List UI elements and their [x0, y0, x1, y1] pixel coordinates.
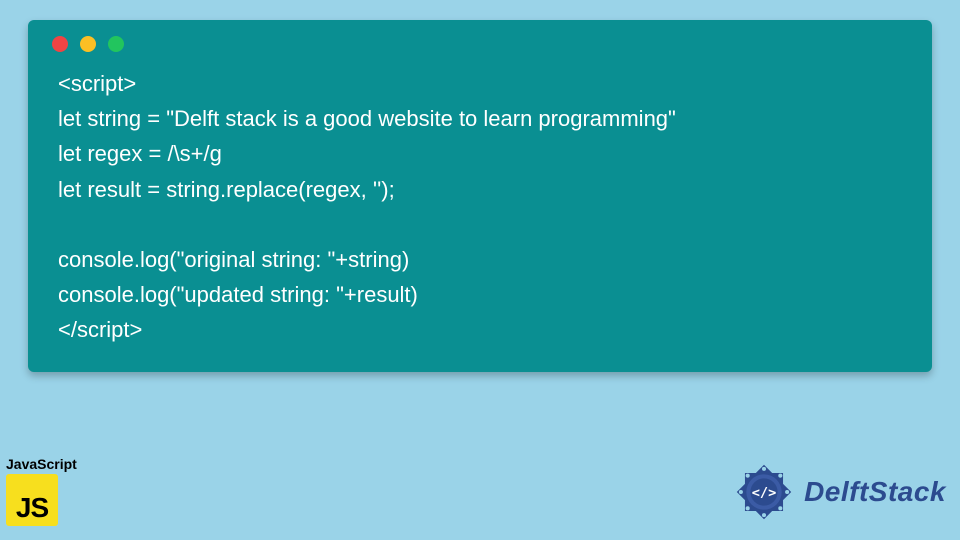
svg-text:</>: </>: [752, 485, 777, 501]
delftstack-logo-icon: </>: [730, 458, 798, 526]
brand-name: DelftStack: [804, 476, 946, 508]
minimize-icon: [80, 36, 96, 52]
javascript-badge: JavaScript JS: [6, 456, 77, 526]
js-letters: JS: [16, 494, 48, 522]
footer: JavaScript JS </> DelftStack: [6, 456, 946, 526]
code-block: <script> let string = "Delft stack is a …: [48, 66, 912, 348]
delftstack-brand: </> DelftStack: [730, 458, 946, 526]
maximize-icon: [108, 36, 124, 52]
window-controls: [48, 36, 912, 52]
close-icon: [52, 36, 68, 52]
javascript-logo-icon: JS: [6, 474, 58, 526]
code-window: <script> let string = "Delft stack is a …: [28, 20, 932, 372]
javascript-label: JavaScript: [6, 456, 77, 472]
